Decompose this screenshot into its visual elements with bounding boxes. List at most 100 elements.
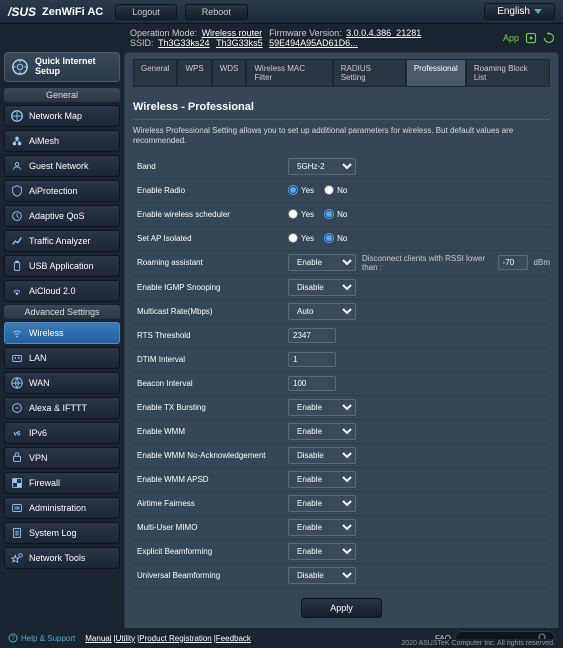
- app-link[interactable]: App: [503, 33, 519, 43]
- quick-internet-setup[interactable]: Quick InternetSetup: [4, 52, 120, 82]
- product-registration-link[interactable]: Product Registration: [139, 634, 211, 643]
- explicit-bf-select[interactable]: Enable: [288, 543, 356, 560]
- main-panel: GeneralWPSWDSWireless MAC FilterRADIUS S…: [124, 52, 559, 632]
- sidebar-item-adaptive-qos[interactable]: Adaptive QoS: [4, 205, 120, 227]
- nav-icon: [10, 326, 24, 340]
- dtim-input[interactable]: [288, 352, 336, 367]
- refresh-icon[interactable]: [543, 32, 555, 44]
- wmm-select[interactable]: Enable: [288, 423, 356, 440]
- gear-icon: [11, 58, 29, 76]
- panel-description: Wireless Professional Setting allows you…: [133, 126, 550, 147]
- help-support-link[interactable]: ?Help & Support: [8, 633, 75, 643]
- wmm-apsd-label: Enable WMM APSD: [133, 475, 288, 484]
- sidebar-item-ipv6[interactable]: v6 IPv6: [4, 422, 120, 444]
- tab-general[interactable]: General: [133, 59, 177, 87]
- panel-title: Wireless - Professional: [133, 95, 550, 120]
- multicast-label: Multicast Rate(Mbps): [133, 307, 288, 316]
- tab-wds[interactable]: WDS: [212, 59, 247, 87]
- sidebar-item-label: USB Application: [29, 261, 94, 271]
- operation-mode-value[interactable]: Wireless router: [202, 28, 263, 38]
- band-select[interactable]: 5GHz-2: [288, 158, 356, 175]
- beacon-input[interactable]: [288, 376, 336, 391]
- enable-radio-yes[interactable]: [288, 185, 298, 195]
- ssid-3: 59E494A95AD61D6...: [269, 38, 358, 48]
- universal-bf-select[interactable]: Disable: [288, 567, 356, 584]
- language-selector[interactable]: English: [484, 3, 555, 20]
- mu-mimo-select[interactable]: Enable: [288, 519, 356, 536]
- wmm-apsd-select[interactable]: Enable: [288, 471, 356, 488]
- info-bar: Operation Mode: Wireless router Firmware…: [0, 24, 563, 52]
- sidebar-item-network-map[interactable]: Network Map: [4, 105, 120, 127]
- apply-button[interactable]: Apply: [301, 598, 382, 618]
- ssid-1: Th3G33ks24: [158, 38, 210, 48]
- tab-bar: GeneralWPSWDSWireless MAC FilterRADIUS S…: [133, 59, 550, 87]
- tab-radius-setting[interactable]: RADIUS Setting: [333, 59, 406, 87]
- ssid-2: Th3G33ks5: [216, 38, 263, 48]
- tab-wireless-mac-filter[interactable]: Wireless MAC Filter: [246, 59, 332, 87]
- sidebar-item-label: LAN: [29, 353, 47, 363]
- roaming-assistant-select[interactable]: Enable: [288, 254, 356, 271]
- tab-roaming-block-list[interactable]: Roaming Block List: [466, 59, 550, 87]
- band-label: Band: [133, 162, 288, 171]
- rts-input[interactable]: [288, 328, 336, 343]
- sidebar-item-label: IPv6: [29, 428, 47, 438]
- sidebar-item-firewall[interactable]: Firewall: [4, 472, 120, 494]
- sidebar-item-aicloud-2-0[interactable]: AiCloud 2.0: [4, 280, 120, 302]
- firmware-value[interactable]: 3.0.0.4.386_21281: [346, 28, 421, 38]
- reboot-button[interactable]: Reboot: [185, 4, 248, 20]
- logout-button[interactable]: Logout: [115, 4, 177, 20]
- roaming-rssi-input[interactable]: [498, 255, 528, 270]
- nav-icon: [10, 376, 24, 390]
- ap-isolated-yes[interactable]: [288, 233, 298, 243]
- sidebar-item-label: AiCloud 2.0: [29, 286, 76, 296]
- sidebar-item-label: Network Tools: [29, 553, 85, 563]
- sidebar-item-wan[interactable]: WAN: [4, 372, 120, 394]
- multicast-select[interactable]: Auto: [288, 303, 356, 320]
- wmm-noack-label: Enable WMM No-Acknowledgement: [133, 451, 288, 460]
- sidebar-item-system-log[interactable]: System Log: [4, 522, 120, 544]
- sidebar-item-wireless[interactable]: Wireless: [4, 322, 120, 344]
- enable-scheduler-no[interactable]: [324, 209, 334, 219]
- sidebar-item-lan[interactable]: LAN: [4, 347, 120, 369]
- nav-icon: v6: [10, 426, 24, 440]
- enable-scheduler-label: Enable wireless scheduler: [133, 210, 288, 219]
- tab-professional[interactable]: Professional: [406, 59, 466, 87]
- sidebar-item-usb-application[interactable]: USB Application: [4, 255, 120, 277]
- enable-radio-label: Enable Radio: [133, 186, 288, 195]
- dtim-label: DTIM Interval: [133, 355, 288, 364]
- mu-mimo-label: Multi-User MIMO: [133, 523, 288, 532]
- general-section-header: General: [4, 88, 120, 102]
- enable-radio-no[interactable]: [324, 185, 334, 195]
- ap-isolated-no[interactable]: [324, 233, 334, 243]
- notification-icon[interactable]: [525, 32, 537, 44]
- roaming-extra-text: Disconnect clients with RSSI lower than …: [362, 254, 492, 272]
- universal-bf-label: Universal Beamforming: [133, 571, 288, 580]
- sidebar-item-alexa-ifttt[interactable]: Alexa & IFTTT: [4, 397, 120, 419]
- sidebar-item-aimesh[interactable]: AiMesh: [4, 130, 120, 152]
- sidebar-item-label: WAN: [29, 378, 50, 388]
- nav-icon: [10, 284, 24, 298]
- wmm-noack-select[interactable]: Disable: [288, 447, 356, 464]
- enable-scheduler-yes[interactable]: [288, 209, 298, 219]
- tab-wps[interactable]: WPS: [177, 59, 211, 87]
- tx-burst-select[interactable]: Enable: [288, 399, 356, 416]
- sidebar-item-vpn[interactable]: VPN: [4, 447, 120, 469]
- nav-icon: [10, 451, 24, 465]
- sidebar-item-label: Wireless: [29, 328, 64, 338]
- sidebar-item-aiprotection[interactable]: AiProtection: [4, 180, 120, 202]
- sidebar-item-administration[interactable]: Administration: [4, 497, 120, 519]
- igmp-label: Enable IGMP Snooping: [133, 283, 288, 292]
- manual-link[interactable]: Manual: [85, 634, 111, 643]
- nav-icon: [10, 159, 24, 173]
- product-name: ZenWiFi AC: [42, 6, 103, 18]
- nav-icon: [10, 209, 24, 223]
- sidebar-item-network-tools[interactable]: Network Tools: [4, 547, 120, 569]
- sidebar-item-guest-network[interactable]: Guest Network: [4, 155, 120, 177]
- sidebar-item-traffic-analyzer[interactable]: Traffic Analyzer: [4, 230, 120, 252]
- igmp-select[interactable]: Disable: [288, 279, 356, 296]
- feedback-link[interactable]: Feedback: [216, 634, 251, 643]
- nav-icon: [10, 401, 24, 415]
- utility-link[interactable]: Utility: [116, 634, 136, 643]
- brand-logo: /SUS: [8, 5, 36, 19]
- airtime-select[interactable]: Enable: [288, 495, 356, 512]
